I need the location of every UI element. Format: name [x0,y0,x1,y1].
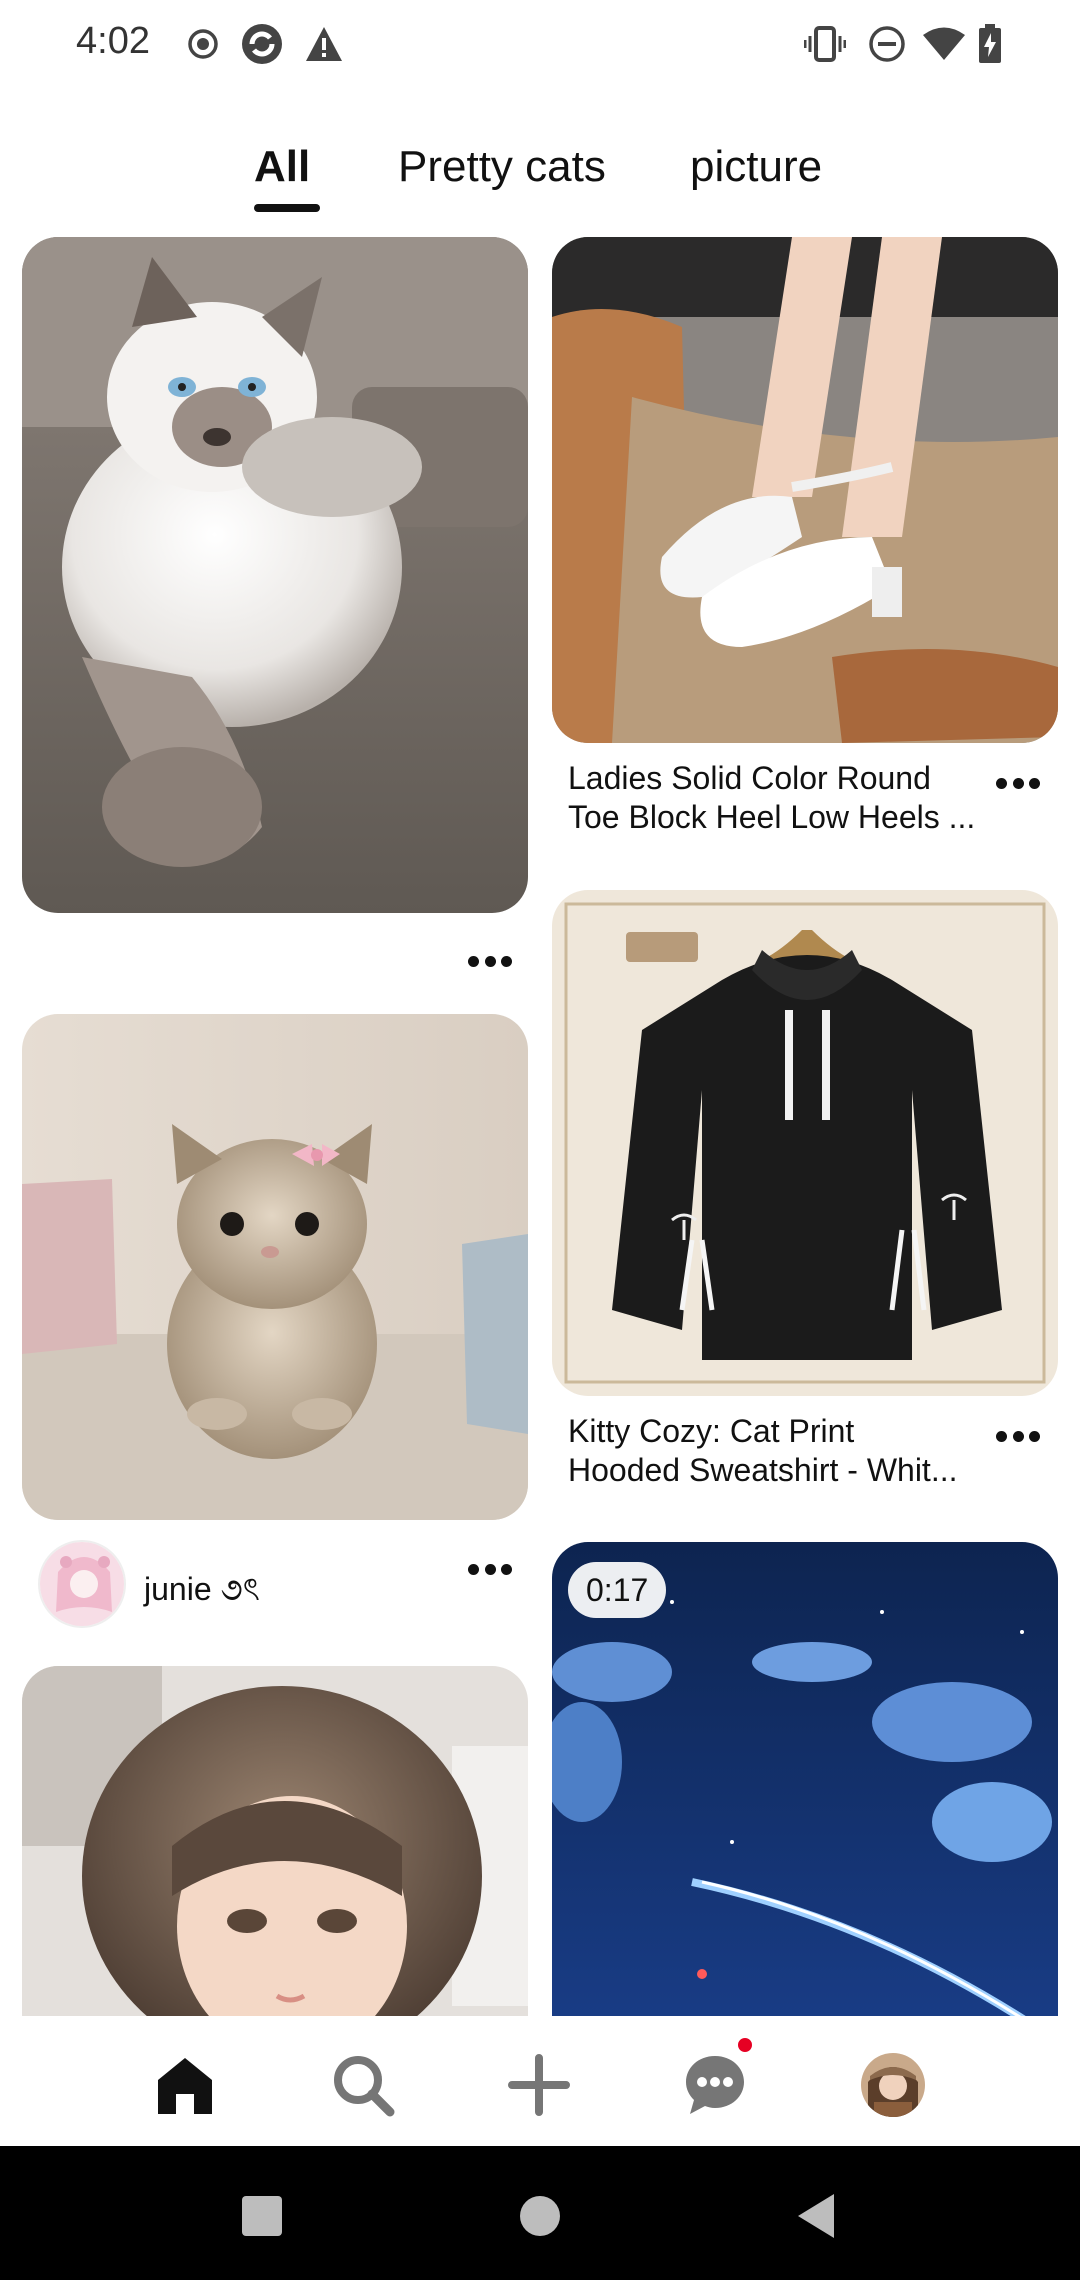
pin-title[interactable]: Ladies Solid Color Round Toe Block Heel … [568,759,988,837]
system-navigation-bar [0,2146,1080,2280]
tab-pretty-cats[interactable]: Pretty cats [398,142,606,192]
pin-more-button[interactable] [990,1421,1046,1451]
pin-image-cat-hoodie[interactable] [552,890,1058,1396]
back-icon[interactable] [786,2186,846,2246]
wifi-icon [922,22,966,66]
pin-feed[interactable]: junie ૭ৎ Ladies Solid Color Round Toe Bl… [0,232,1080,2016]
pin-image-white-shoes[interactable] [552,237,1058,743]
pin-more-button[interactable] [462,1554,518,1584]
warning-icon [304,22,344,66]
search-icon[interactable] [318,2040,408,2130]
video-duration-badge: 0:17 [568,1562,667,1618]
active-tab-indicator [254,204,320,212]
pin-image-illustrated-girl[interactable] [22,1666,528,2016]
create-icon[interactable] [494,2040,584,2130]
home-button-icon[interactable] [510,2186,570,2246]
do-not-disturb-icon [868,22,906,66]
tab-picture[interactable]: picture [690,142,822,192]
board-tabs: All Pretty cats picture [0,130,1080,220]
pin-title-line2: Hooded Sweatshirt - Whit... [568,1452,958,1488]
creator-avatar[interactable] [38,1540,126,1628]
messages-notification-dot [736,2036,754,2054]
bottom-navigation [0,2016,1080,2146]
creator-name[interactable]: junie ૭ৎ [144,1564,260,1618]
pin-image-ragdoll-cat[interactable] [22,237,528,913]
pin-more-button[interactable] [990,768,1046,798]
pin-more-button[interactable] [462,946,518,976]
status-bar: 4:02 [0,0,1080,90]
record-icon [186,22,220,66]
home-icon[interactable] [140,2040,230,2130]
tab-all[interactable]: All [254,142,310,192]
vibrate-icon [804,22,846,66]
pin-title-line1: Ladies Solid Color Round [568,760,931,796]
recents-icon[interactable] [232,2186,292,2246]
battery-charging-icon [978,22,1002,66]
pin-title[interactable]: Kitty Cozy: Cat Print Hooded Sweatshirt … [568,1412,988,1490]
pin-title-line1: Kitty Cozy: Cat Print [568,1413,855,1449]
status-time: 4:02 [76,20,150,62]
sync-app-icon [240,22,284,66]
pin-image-kitten-bow[interactable] [22,1014,528,1520]
profile-avatar[interactable] [848,2040,938,2130]
pin-title-line2: Toe Block Heel Low Heels ... [568,799,976,835]
